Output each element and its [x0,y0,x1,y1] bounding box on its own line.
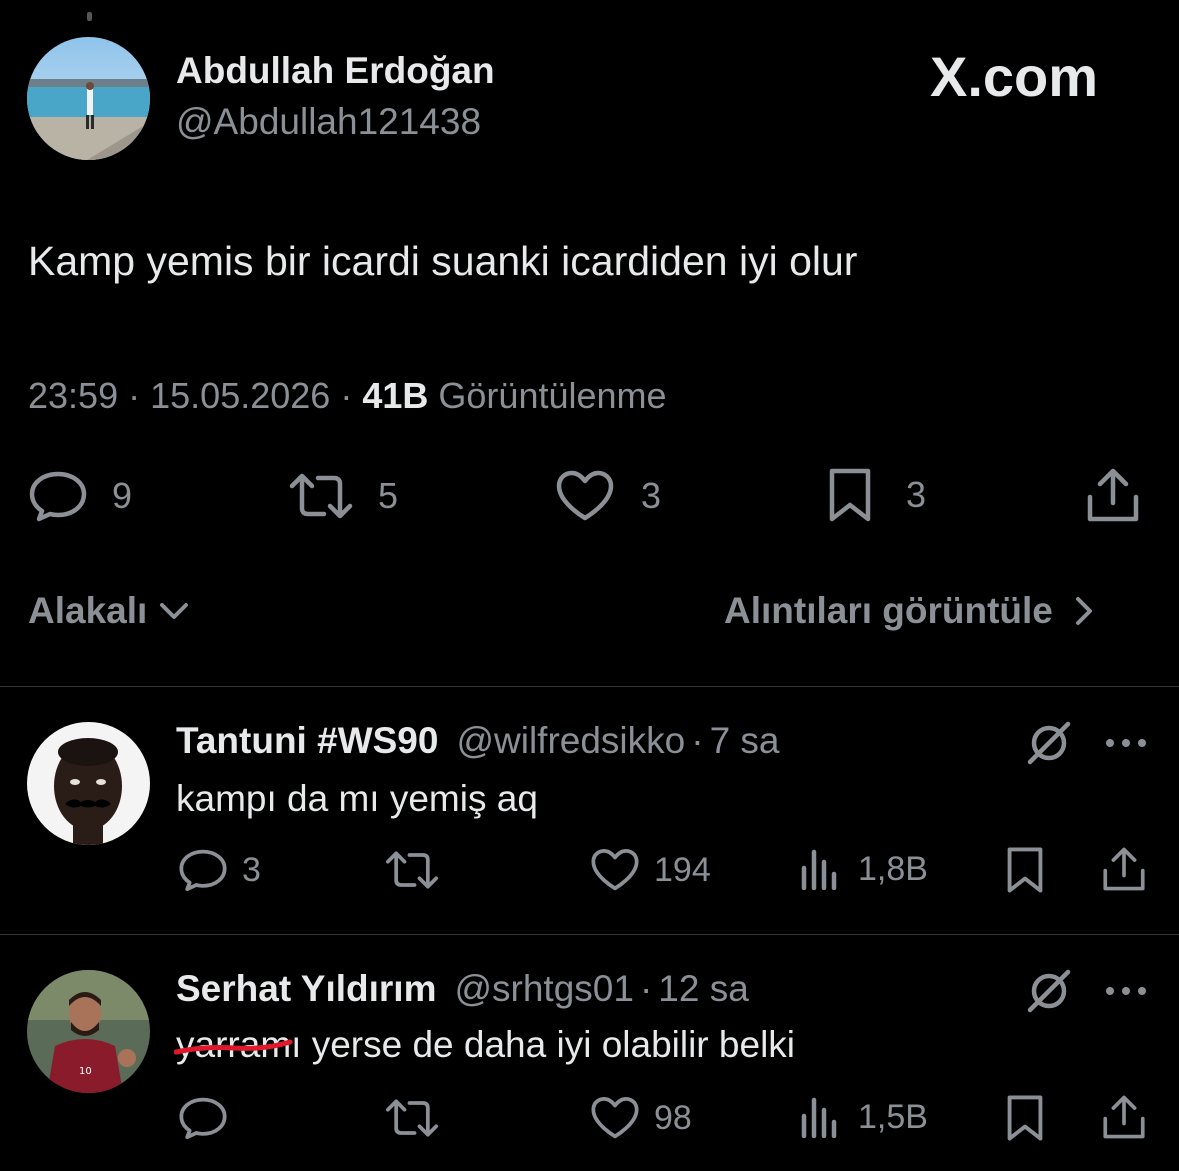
jersey-number: 10 [79,1066,92,1077]
bookmark-count: 3 [906,474,927,515]
reply-icon [179,849,227,892]
ellipsis-icon [1106,987,1146,995]
sort-dropdown[interactable]: Alakalı [28,590,191,632]
share-icon [1087,468,1139,522]
more-options-icon[interactable] [1104,984,1148,1002]
reply-text: kampı da mı yemiş aq [176,778,538,819]
censored-word: yarra [174,1024,293,1066]
grok-icon[interactable] [1024,966,1074,1021]
ellipsis-icon [1106,739,1146,747]
retweet-button[interactable]: 5 [288,472,398,520]
chevron-right-icon [1075,597,1092,625]
like-count: 194 [654,850,711,889]
author-avatar[interactable] [27,37,150,160]
views-label: Görüntülenme [438,375,667,416]
share-button[interactable] [1086,467,1140,523]
analytics-icon [801,849,837,890]
reply-header: Serhat Yıldırım @srhtgs01 · 12 sa [176,968,749,1010]
author-name[interactable]: Abdullah Erdoğan [176,50,495,92]
reply-avatar[interactable] [27,722,150,845]
like-count: 98 [654,1098,692,1137]
bookmark-icon [829,468,871,522]
reply-icon [179,1097,227,1140]
bookmark-button[interactable]: 3 [826,467,926,523]
brand-watermark: X.com [930,44,1098,109]
tweet-text: Kamp yemis bir icardi suanki icardiden i… [28,238,858,284]
more-options-icon[interactable] [1104,736,1148,754]
like-button[interactable]: 98 [590,1096,692,1140]
views-button[interactable]: 1,8B [800,848,928,890]
reply-text: yarra mı yerse de daha iyi olabilir belk… [174,1024,796,1066]
tweet-time[interactable]: 23:59 [28,375,118,416]
reply-author-name[interactable]: Tantuni #WS90 [176,720,438,762]
share-icon [1103,1095,1145,1139]
grok-icon[interactable] [1024,718,1074,773]
reply-button[interactable]: 9 [28,470,132,522]
view-count: 1,5B [858,1097,928,1136]
status-dot [87,12,92,21]
reply-author-handle[interactable]: @srhtgs01 [454,968,633,1010]
reply-button[interactable] [178,1096,228,1140]
heart-icon [591,1096,639,1139]
reply-count: 9 [112,475,133,516]
author-handle[interactable]: @Abdullah121438 [176,101,481,143]
brand-text: X.com [930,45,1099,108]
share-button[interactable] [1102,1094,1146,1140]
reply-author-name[interactable]: Serhat Yıldırım [176,968,436,1010]
retweet-count: 5 [378,475,399,516]
meta-separator: · [340,375,353,416]
grok-symbol-icon [1027,969,1071,1013]
heart-icon [591,848,639,891]
like-count: 3 [641,475,662,516]
reply-time[interactable]: 7 sa [710,720,780,762]
tweet-date[interactable]: 15.05.2026 [150,375,330,416]
view-quotes-link[interactable]: Alıntıları görüntüle [724,590,1095,632]
reply-count: 3 [242,850,261,889]
view-quotes-label: Alıntıları görüntüle [724,590,1053,631]
divider [0,686,1179,687]
views-count: 41B [362,375,429,416]
reply-avatar-photo [27,722,150,845]
retweet-button[interactable] [384,1098,440,1138]
grok-symbol-icon [1027,721,1071,765]
views-button[interactable]: 1,5B [800,1096,928,1138]
share-button[interactable] [1102,846,1146,892]
retweet-icon [385,1099,439,1137]
red-scribble [174,1039,293,1055]
view-count: 1,8B [858,849,928,888]
retweet-button[interactable] [384,850,440,890]
bookmark-button[interactable] [1004,1094,1046,1142]
meta-separator: · [691,720,704,761]
share-icon [1103,847,1145,891]
reply-text-rest: mı yerse de daha iyi olabilir belki [260,1024,796,1065]
retweet-icon [385,851,439,889]
author-avatar-photo [27,37,150,160]
bookmark-icon [1007,1095,1043,1141]
like-button[interactable]: 194 [590,848,711,892]
reply-avatar[interactable]: 10 [27,970,150,1093]
meta-separator: · [639,968,653,1009]
divider [0,934,1179,935]
analytics-icon [801,1097,837,1138]
reply-header: Tantuni #WS90 @wilfredsikko · 7 sa [176,720,780,762]
heart-icon [556,470,614,521]
reply-author-handle[interactable]: @wilfredsikko [456,720,685,762]
reply-avatar-photo: 10 [27,970,150,1093]
tweet-meta: 23:59 · 15.05.2026 · 41B Görüntülenme [28,375,667,417]
reply-button[interactable]: 3 [178,848,261,892]
bookmark-icon [1007,847,1043,893]
sort-label: Alakalı [28,590,148,631]
retweet-icon [289,473,353,519]
meta-separator: · [128,375,141,416]
bookmark-button[interactable] [1004,846,1046,894]
chevron-down-icon [160,603,189,619]
reply-icon [29,471,87,522]
like-button[interactable]: 3 [555,470,661,522]
reply-time[interactable]: 12 sa [658,968,749,1010]
